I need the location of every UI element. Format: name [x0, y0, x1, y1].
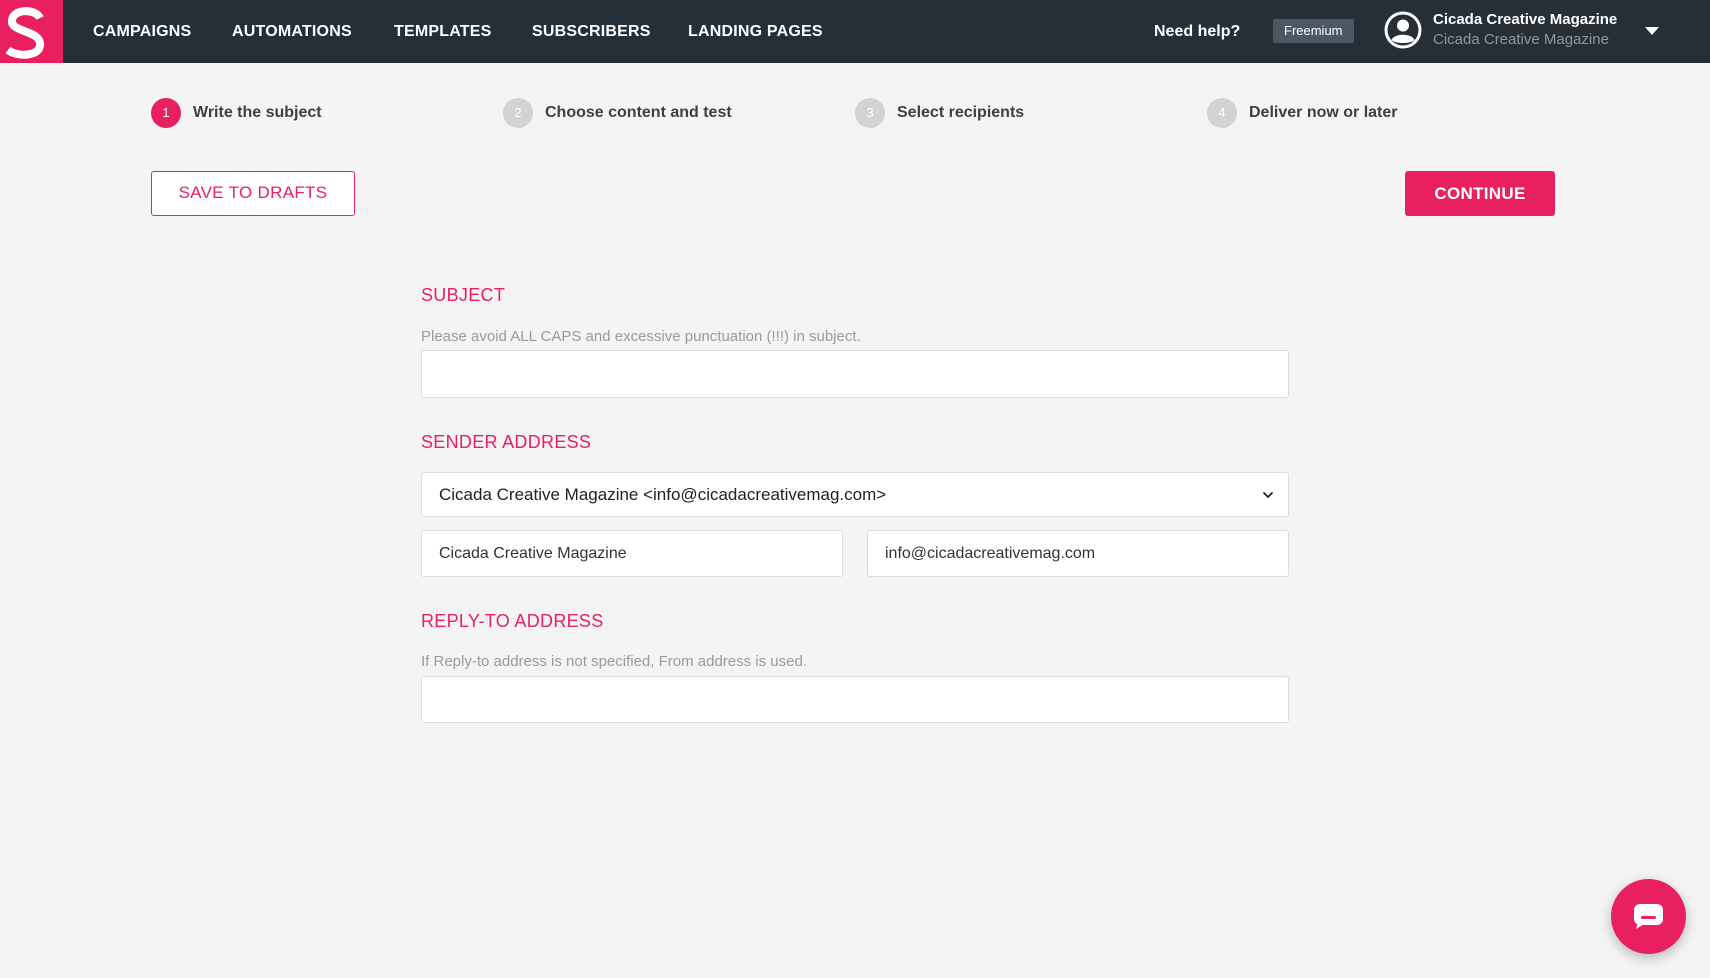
reply-to-input[interactable]	[421, 676, 1289, 723]
sender-email-field[interactable]	[867, 530, 1289, 577]
need-help-link[interactable]: Need help?	[1154, 0, 1240, 63]
logo-s-icon	[5, 7, 44, 59]
sender-section-title: SENDER ADDRESS	[421, 432, 592, 452]
continue-button[interactable]: CONTINUE	[1405, 171, 1555, 216]
step-write-subject[interactable]: 1 Write the subject	[151, 98, 322, 128]
nav-subscribers[interactable]: SUBSCRIBERS	[532, 0, 651, 63]
chat-widget-button[interactable]	[1611, 879, 1686, 954]
chat-bubble-icon	[1634, 904, 1663, 929]
brand-logo[interactable]	[0, 0, 63, 63]
subject-input[interactable]	[421, 350, 1289, 398]
step-deliver[interactable]: 4 Deliver now or later	[1207, 98, 1398, 128]
save-to-drafts-button[interactable]: SAVE TO DRAFTS	[151, 171, 355, 216]
step-select-recipients[interactable]: 3 Select recipients	[855, 98, 1024, 128]
step-label: Deliver now or later	[1249, 104, 1398, 121]
step-label: Write the subject	[193, 104, 322, 121]
user-circle-icon[interactable]	[1383, 10, 1423, 50]
reply-to-section-title: REPLY-TO ADDRESS	[421, 611, 604, 631]
nav-templates[interactable]: TEMPLATES	[394, 0, 492, 63]
nav-landing-pages[interactable]: LANDING PAGES	[688, 0, 823, 63]
step-label: Choose content and test	[545, 104, 732, 121]
step-number: 1	[151, 98, 181, 128]
nav-automations[interactable]: AUTOMATIONS	[232, 0, 352, 63]
step-choose-content[interactable]: 2 Choose content and test	[503, 98, 732, 128]
subject-section-title: SUBJECT	[421, 285, 506, 305]
subject-hint: Please avoid ALL CAPS and excessive punc…	[421, 328, 861, 345]
account-name[interactable]: Cicada Creative Magazine	[1433, 11, 1617, 28]
step-number: 2	[503, 98, 533, 128]
plan-badge: Freemium	[1273, 19, 1354, 43]
reply-to-hint: If Reply-to address is not specified, Fr…	[421, 653, 808, 670]
sender-address-select[interactable]: Cicada Creative Magazine <info@cicadacre…	[421, 472, 1289, 517]
account-subtitle: Cicada Creative Magazine	[1433, 31, 1609, 48]
step-number: 4	[1207, 98, 1237, 128]
top-navigation-bar: CAMPAIGNS AUTOMATIONS TEMPLATES SUBSCRIB…	[0, 0, 1710, 63]
account-dropdown-caret-icon[interactable]	[1645, 27, 1659, 35]
step-label: Select recipients	[897, 104, 1025, 121]
chevron-down-icon	[1262, 491, 1274, 499]
step-number: 3	[855, 98, 885, 128]
nav-campaigns[interactable]: CAMPAIGNS	[93, 0, 191, 63]
sender-name-field[interactable]	[421, 530, 843, 577]
sender-select-value: Cicada Creative Magazine <info@cicadacre…	[439, 485, 887, 504]
